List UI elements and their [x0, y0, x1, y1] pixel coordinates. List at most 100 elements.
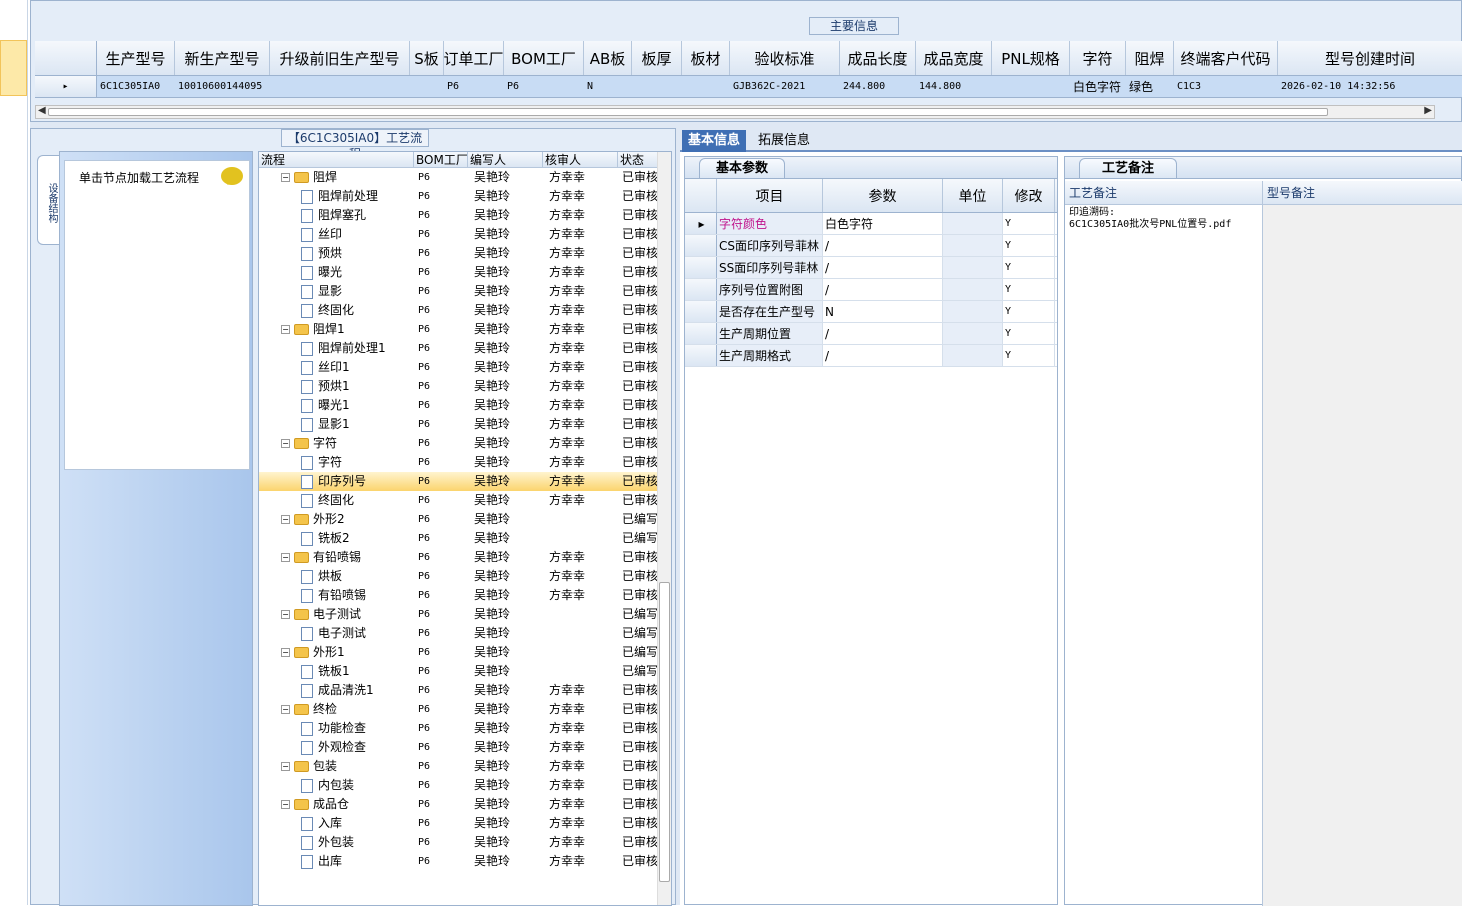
main-col-header[interactable]: 订单工厂: [444, 41, 504, 75]
main-col-header[interactable]: 升级前旧生产型号: [270, 41, 410, 75]
collapse-icon[interactable]: −: [281, 553, 290, 562]
tree-node-name[interactable]: 有铅喷锡: [259, 586, 414, 605]
tree-node-name[interactable]: − 外形1: [259, 643, 414, 662]
tree-node-name[interactable]: 显影1: [259, 415, 414, 434]
tree-node-name[interactable]: − 阻焊: [259, 168, 414, 187]
param-col-header[interactable]: 项目: [717, 179, 823, 212]
tree-row[interactable]: − 字符 P6 吴艳玲 方幸幸 已审核: [259, 434, 671, 453]
tree-col-header[interactable]: 流程: [259, 152, 414, 167]
main-col-header[interactable]: S板: [410, 41, 444, 75]
tree-row[interactable]: 字符 P6 吴艳玲 方幸幸 已审核: [259, 453, 671, 472]
model-remark-column[interactable]: 型号备注: [1263, 181, 1462, 906]
tree-node-name[interactable]: 终固化: [259, 491, 414, 510]
param-value[interactable]: /: [823, 279, 943, 300]
tree-node-name[interactable]: 入库: [259, 814, 414, 833]
tree-node-name[interactable]: 外包装: [259, 833, 414, 852]
tree-row[interactable]: − 成品仓 P6 吴艳玲 方幸幸 已审核: [259, 795, 671, 814]
tree-node-name[interactable]: 阻焊前处理: [259, 187, 414, 206]
param-col-header[interactable]: 单位: [943, 179, 1003, 212]
tree-row[interactable]: 曝光1 P6 吴艳玲 方幸幸 已审核: [259, 396, 671, 415]
tree-row[interactable]: 入库 P6 吴艳玲 方幸幸 已审核: [259, 814, 671, 833]
tab-extended-info[interactable]: 拓展信息: [752, 130, 816, 152]
main-col-header[interactable]: 型号创建时间: [1278, 41, 1462, 75]
main-cell[interactable]: 10010600144095: [175, 76, 270, 97]
main-col-header[interactable]: 字符: [1070, 41, 1126, 75]
param-unit[interactable]: [943, 323, 1003, 344]
main-col-header[interactable]: 新生产型号: [175, 41, 270, 75]
collapse-icon[interactable]: −: [281, 800, 290, 809]
main-cell[interactable]: 144.800: [916, 76, 992, 97]
main-col-header[interactable]: 阻焊: [1126, 41, 1174, 75]
process-remark-column[interactable]: 工艺备注 印追溯码: 6C1C305IA0批次号PNL位置号.pdf: [1065, 181, 1263, 906]
param-unit[interactable]: [943, 345, 1003, 366]
tree-row[interactable]: − 外形2 P6 吴艳玲 已编写: [259, 510, 671, 529]
main-cell[interactable]: N: [584, 76, 632, 97]
main-cell[interactable]: 2026-02-10 14:32:56: [1278, 76, 1462, 97]
tree-row[interactable]: − 有铅喷锡 P6 吴艳玲 方幸幸 已审核: [259, 548, 671, 567]
param-value[interactable]: /: [823, 235, 943, 256]
param-value[interactable]: 白色字符: [823, 213, 943, 234]
param-modify[interactable]: Y: [1003, 301, 1055, 322]
tree-node-name[interactable]: − 有铅喷锡: [259, 548, 414, 567]
tree-node-name[interactable]: 曝光1: [259, 396, 414, 415]
tree-row[interactable]: 烘板 P6 吴艳玲 方幸幸 已审核: [259, 567, 671, 586]
tree-row[interactable]: 显影 P6 吴艳玲 方幸幸 已审核: [259, 282, 671, 301]
tree-row[interactable]: − 终检 P6 吴艳玲 方幸幸 已审核: [259, 700, 671, 719]
tree-row[interactable]: 预烘 P6 吴艳玲 方幸幸 已审核: [259, 244, 671, 263]
main-col-header[interactable]: 生产型号: [97, 41, 175, 75]
vertical-scrollbar[interactable]: [657, 152, 671, 905]
tree-node-name[interactable]: 成品清洗1: [259, 681, 414, 700]
tree-node-name[interactable]: 预烘1: [259, 377, 414, 396]
main-cell[interactable]: [270, 76, 410, 97]
collapse-icon[interactable]: −: [281, 325, 290, 334]
param-row[interactable]: CS面印序列号菲林 / Y: [685, 235, 1057, 257]
main-cell[interactable]: [632, 76, 682, 97]
tree-row[interactable]: 丝印 P6 吴艳玲 方幸幸 已审核: [259, 225, 671, 244]
tree-row[interactable]: − 阻焊1 P6 吴艳玲 方幸幸 已审核: [259, 320, 671, 339]
main-cell[interactable]: [992, 76, 1070, 97]
tree-node-name[interactable]: 显影: [259, 282, 414, 301]
main-col-header[interactable]: BOM工厂: [504, 41, 584, 75]
tree-row[interactable]: 终固化 P6 吴艳玲 方幸幸 已审核: [259, 491, 671, 510]
tree-row[interactable]: 预烘1 P6 吴艳玲 方幸幸 已审核: [259, 377, 671, 396]
tree-row[interactable]: 阻焊塞孔 P6 吴艳玲 方幸幸 已审核: [259, 206, 671, 225]
tab-basic-info[interactable]: 基本信息: [682, 130, 747, 152]
tree-row[interactable]: − 外形1 P6 吴艳玲 已编写: [259, 643, 671, 662]
tree-node-name[interactable]: 出库: [259, 852, 414, 871]
tree-row[interactable]: 外包装 P6 吴艳玲 方幸幸 已审核: [259, 833, 671, 852]
collapse-icon[interactable]: −: [281, 610, 290, 619]
scroll-left-icon[interactable]: ◀: [38, 105, 46, 116]
tree-node-name[interactable]: 内包装: [259, 776, 414, 795]
collapse-icon[interactable]: −: [281, 762, 290, 771]
param-modify[interactable]: Y: [1003, 323, 1055, 344]
param-row[interactable]: 生产周期格式 / Y: [685, 345, 1057, 367]
tree-row[interactable]: 阻焊前处理 P6 吴艳玲 方幸幸 已审核: [259, 187, 671, 206]
tree-node-name[interactable]: 阻焊塞孔: [259, 206, 414, 225]
tree-col-header[interactable]: 编写人: [468, 152, 543, 167]
tree-row[interactable]: − 电子测试 P6 吴艳玲 已编写: [259, 605, 671, 624]
param-value[interactable]: /: [823, 323, 943, 344]
main-cell[interactable]: C1C3: [1174, 76, 1278, 97]
main-col-header[interactable]: PNL规格: [992, 41, 1070, 75]
tree-row[interactable]: 内包装 P6 吴艳玲 方幸幸 已审核: [259, 776, 671, 795]
scroll-thumb[interactable]: [48, 108, 1328, 116]
param-row[interactable]: SS面印序列号菲林 / Y: [685, 257, 1057, 279]
tree-node-name[interactable]: − 成品仓: [259, 795, 414, 814]
tree-row[interactable]: 成品清洗1 P6 吴艳玲 方幸幸 已审核: [259, 681, 671, 700]
tree-row[interactable]: 曝光 P6 吴艳玲 方幸幸 已审核: [259, 263, 671, 282]
tree-node-name[interactable]: 外观检查: [259, 738, 414, 757]
param-value[interactable]: /: [823, 257, 943, 278]
param-col-header[interactable]: 参数: [823, 179, 943, 212]
param-modify[interactable]: Y: [1003, 345, 1055, 366]
main-col-header[interactable]: 终端客户代码: [1174, 41, 1278, 75]
main-cell[interactable]: 244.800: [840, 76, 916, 97]
param-modify[interactable]: Y: [1003, 213, 1055, 234]
tree-col-header[interactable]: BOM工厂: [414, 152, 468, 167]
param-row[interactable]: 序列号位置附图 / Y: [685, 279, 1057, 301]
tree-node-name[interactable]: − 阻焊1: [259, 320, 414, 339]
tree-row[interactable]: 显影1 P6 吴艳玲 方幸幸 已审核: [259, 415, 671, 434]
main-info-row[interactable]: ▸ 6C1C305IA0 10010600144095 P6 P6 N GJB362C-20…: [35, 76, 1462, 98]
main-col-header[interactable]: 成品宽度: [916, 41, 992, 75]
main-cell[interactable]: 6C1C305IA0: [97, 76, 175, 97]
param-col-header[interactable]: 修改: [1003, 179, 1055, 212]
